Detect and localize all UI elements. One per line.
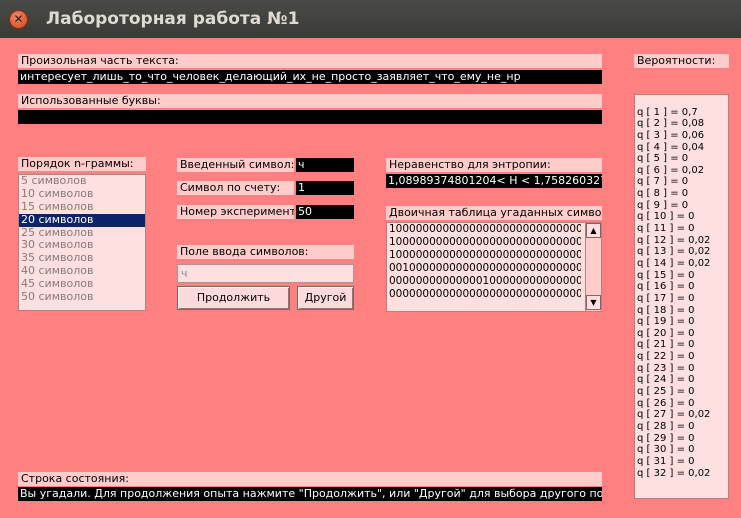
text-section-field: интересует_лишь_то_что_человек_делающий_…	[18, 70, 602, 84]
probability-item: q [ 2 ] = 0,08	[637, 118, 705, 130]
binary-table-row: 100000000000000000000000000000000	[389, 236, 581, 248]
binary-table-row: 000000000000001000000000000000000	[389, 275, 581, 287]
entropy-field: 1,08989374801204< H < 1,75826032786998	[386, 174, 602, 188]
symbol-count-field: 1	[296, 181, 354, 195]
probability-item: q [ 27 ] = 0,02	[637, 409, 711, 421]
scroll-up-icon[interactable]: ▲	[586, 223, 601, 238]
probability-item: q [ 3 ] = 0,06	[637, 129, 705, 141]
probability-item: q [ 10 ] = 0	[637, 211, 695, 223]
ngram-order-item[interactable]: 5 символов	[19, 175, 145, 188]
binary-table-row: 0000000000000000000000000000000000	[389, 288, 581, 300]
probability-item: q [ 8 ] = 0	[637, 188, 689, 200]
entered-symbol-field: ч	[296, 158, 354, 172]
close-icon[interactable]: ✕	[9, 10, 28, 29]
probability-item: q [ 28 ] = 0	[637, 420, 695, 432]
probability-item: q [ 26 ] = 0	[637, 397, 695, 409]
binary-table-row: 100000000000000000000000000000000	[389, 249, 581, 261]
probability-item: q [ 7 ] = 0	[637, 176, 689, 188]
ngram-order-item[interactable]: 10 символов	[19, 187, 145, 201]
experiment-number-field: 50	[296, 205, 354, 219]
probability-item: q [ 4 ] = 0,04	[637, 141, 705, 153]
entered-symbol-label: Введенный символ:	[177, 158, 294, 172]
binary-table-row: 100000000000000000000000000000000	[389, 223, 581, 235]
text-section-label: Произольная часть текста:	[18, 54, 602, 68]
probability-item: q [ 25 ] = 0	[637, 386, 695, 398]
symbol-count-label: Символ по счету:	[177, 181, 294, 195]
probability-item: q [ 31 ] = 0	[637, 455, 695, 467]
binary-table-label: Двоичная таблица угаданных символов:	[386, 206, 602, 220]
symbol-input-label: Поле ввода символов:	[177, 245, 354, 259]
list-item	[635, 95, 728, 107]
status-field: Вы угадали. Для продолжения опыта нажмит…	[18, 487, 602, 501]
probability-item: q [ 32 ] = 0,02	[637, 467, 711, 479]
ngram-order-item[interactable]: 50 символов	[19, 290, 145, 304]
probability-item: q [ 29 ] = 0	[637, 432, 695, 444]
probability-item: q [ 20 ] = 0	[637, 327, 695, 339]
continue-button[interactable]: Продолжить	[177, 286, 290, 310]
probabilities-label: Вероятности:	[634, 54, 729, 68]
probability-item: q [ 11 ] = 0	[637, 223, 695, 235]
status-label: Строка состояния:	[18, 472, 602, 486]
binary-table-scrollbar[interactable]: ▲ ▼	[585, 223, 601, 311]
binary-table-rows: 1000000000000000000000000000000001000000…	[387, 223, 601, 301]
probability-item: q [ 21 ] = 0	[637, 339, 695, 351]
window-client-area: Произольная часть текста: интересует_лиш…	[0, 38, 741, 518]
other-button[interactable]: Другой	[297, 286, 354, 310]
probability-item: q [ 19 ] = 0	[637, 316, 695, 328]
probability-item: q [ 1 ] = 0,7	[637, 106, 698, 118]
probability-item: q [ 23 ] = 0	[637, 362, 695, 374]
probability-item: q [ 24 ] = 0	[637, 374, 695, 386]
title-bar: ✕ Лабороторная работа №1	[0, 0, 741, 38]
binary-table-memo[interactable]: 1000000000000000000000000000000001000000…	[386, 222, 602, 312]
probability-item: q [ 30 ] = 0	[637, 444, 695, 456]
scroll-down-icon[interactable]: ▼	[586, 295, 601, 310]
probability-item: q [ 5 ] = 0	[637, 153, 689, 165]
probability-item: q [ 13 ] = 0,02	[637, 246, 711, 258]
probabilities-list[interactable]: q [ 1 ] = 0,7 q [ 2 ] = 0,08 q [ 3 ] = 0,0…	[634, 94, 729, 499]
window-title: Лабороторная работа №1	[46, 9, 300, 29]
used-letters-field	[18, 110, 602, 124]
probability-item: q [ 6 ] = 0,02	[637, 164, 705, 176]
entropy-label: Неравенство для энтропии:	[386, 158, 602, 172]
probability-item: q [ 22 ] = 0	[637, 351, 695, 363]
probability-item: q [ 15 ] = 0	[637, 269, 695, 281]
ngram-order-item[interactable]: 20 символов	[19, 213, 145, 227]
ngram-order-listbox[interactable]: 5 символов 10 символов 15 символов 20 симво…	[18, 174, 146, 311]
probability-item: q [ 17 ] = 0	[637, 292, 695, 304]
probability-item: q [ 12 ] = 0,02	[637, 234, 711, 246]
probability-item: q [ 18 ] = 0	[637, 304, 695, 316]
symbol-input[interactable]: ч	[177, 264, 354, 283]
probability-item: q [ 16 ] = 0	[637, 281, 695, 293]
binary-table-row: 001000000000000000000000000000000	[389, 262, 581, 274]
ngram-order-label: Порядок n-граммы:	[18, 157, 146, 171]
probability-item: q [ 9 ] = 0	[637, 199, 689, 211]
experiment-number-label: Номер эксперимента:	[177, 205, 294, 219]
used-letters-label: Использованные буквы:	[18, 94, 602, 108]
ngram-order-item[interactable]: 15 символов	[19, 200, 145, 214]
probability-item: q [ 14 ] = 0,02	[637, 257, 711, 269]
